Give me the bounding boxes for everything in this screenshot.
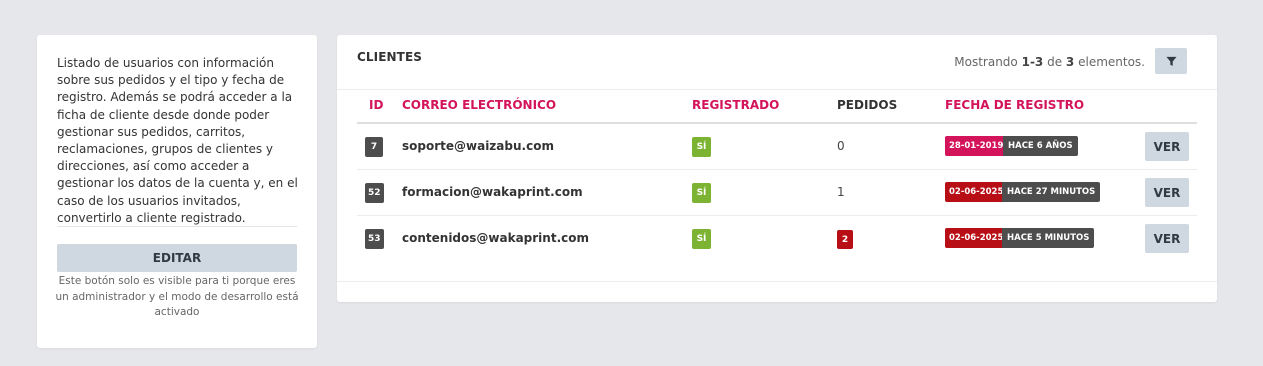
orders-count: 1: [837, 185, 845, 199]
registered-badge: SÍ: [692, 137, 711, 157]
divider: [57, 226, 297, 227]
email-text: formacion@wakaprint.com: [402, 185, 583, 199]
edit-note: Este botón solo es visible para ti porqu…: [55, 275, 299, 318]
column-header-orders: PEDIDOS: [837, 98, 898, 112]
column-header-email[interactable]: CORREO ELECTRÓNICO: [402, 98, 556, 112]
view-button[interactable]: VER: [1145, 178, 1189, 207]
registered-badge: SÍ: [692, 183, 711, 203]
view-button[interactable]: VER: [1145, 224, 1189, 253]
time-ago-badge: HACE 27 MINUTOS: [1002, 182, 1101, 202]
footer-divider: [337, 281, 1217, 282]
edit-button[interactable]: EDITAR: [57, 244, 297, 272]
registered-badge: SÍ: [692, 229, 711, 249]
column-header-date[interactable]: FECHA DE REGISTRO: [945, 98, 1084, 112]
info-panel: Listado de usuarios con información sobr…: [37, 35, 317, 348]
registration-date-badge: 02-06-2025: [945, 228, 1008, 248]
column-header-id[interactable]: ID: [369, 98, 383, 112]
table-row: 7 soporte@waizabu.com SÍ 0 28-01-2019 HA…: [357, 124, 1197, 170]
filter-icon: [1165, 56, 1177, 66]
time-ago-badge: HACE 6 AÑOS: [1003, 136, 1078, 156]
view-button[interactable]: VER: [1145, 132, 1189, 161]
email-text: contenidos@wakaprint.com: [402, 231, 589, 245]
registration-date-badge: 02-06-2025: [945, 182, 1008, 202]
orders-count: 0: [837, 139, 845, 153]
id-badge: 7: [365, 137, 383, 157]
id-badge: 52: [365, 183, 384, 203]
results-summary: Mostrando 1-3 de 3 elementos.: [954, 55, 1145, 69]
time-ago-badge: HACE 5 MINUTOS: [1002, 228, 1095, 248]
id-badge: 53: [365, 229, 384, 249]
divider: [337, 89, 1217, 90]
table-row: 53 contenidos@wakaprint.com SÍ 2 02-06-2…: [357, 216, 1197, 262]
clients-panel: CLIENTES Mostrando 1-3 de 3 elementos. I…: [337, 35, 1217, 302]
orders-badge: 2: [837, 230, 853, 249]
email-text: soporte@waizabu.com: [402, 139, 554, 153]
panel-title: CLIENTES: [357, 50, 422, 64]
registration-date-badge: 28-01-2019: [945, 136, 1008, 156]
filter-button[interactable]: [1155, 48, 1187, 74]
column-header-registered[interactable]: REGISTRADO: [692, 98, 779, 112]
page-description: Listado de usuarios con información sobr…: [57, 56, 298, 225]
table-row: 52 formacion@wakaprint.com SÍ 1 02-06-20…: [357, 170, 1197, 216]
